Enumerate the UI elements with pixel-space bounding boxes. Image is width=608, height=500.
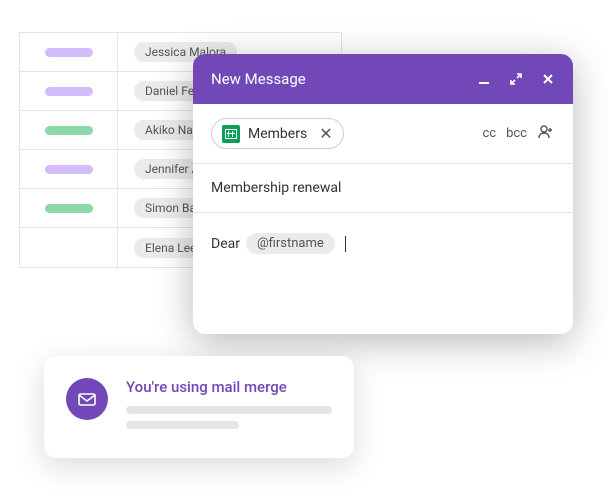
expand-icon[interactable] xyxy=(509,72,523,86)
toast-content: You're using mail merge xyxy=(126,378,332,436)
status-cell xyxy=(20,150,118,188)
status-cell xyxy=(20,33,118,71)
recipient-label: Members xyxy=(248,126,307,142)
body-greeting: Dear xyxy=(211,236,240,252)
status-pill xyxy=(45,126,93,135)
status-cell xyxy=(20,111,118,149)
mail-merge-icon xyxy=(66,378,108,420)
minimize-icon[interactable] xyxy=(477,72,491,86)
status-pill xyxy=(45,204,93,213)
recipient-options: cc bcc xyxy=(482,123,555,145)
subject-field[interactable]: Membership renewal xyxy=(193,164,573,213)
close-icon[interactable] xyxy=(541,72,555,86)
merge-token[interactable]: @firstname xyxy=(246,233,335,254)
remove-chip-icon[interactable]: ✕ xyxy=(319,124,332,143)
placeholder-line xyxy=(126,406,332,414)
compose-header: New Message xyxy=(193,54,573,104)
body-field[interactable]: Dear @firstname xyxy=(193,213,573,334)
placeholder-line xyxy=(126,421,239,429)
to-field[interactable]: Members ✕ cc bcc xyxy=(193,104,573,164)
compose-window: New Message Members ✕ cc bcc Membership … xyxy=(193,54,573,334)
bcc-button[interactable]: bcc xyxy=(506,126,527,141)
sheets-icon xyxy=(222,125,240,143)
status-pill xyxy=(45,165,93,174)
mail-merge-toast: You're using mail merge xyxy=(44,356,354,458)
status-pill xyxy=(45,48,93,57)
compose-title: New Message xyxy=(211,70,477,88)
add-recipient-icon[interactable] xyxy=(537,123,555,145)
header-icons xyxy=(477,72,555,86)
status-cell xyxy=(20,189,118,227)
text-cursor xyxy=(345,236,346,252)
status-cell xyxy=(20,228,118,267)
status-cell xyxy=(20,72,118,110)
recipient-chip[interactable]: Members ✕ xyxy=(211,118,344,149)
subject-text: Membership renewal xyxy=(211,180,341,196)
toast-title: You're using mail merge xyxy=(126,378,332,396)
cc-button[interactable]: cc xyxy=(482,126,496,141)
status-pill xyxy=(45,87,93,96)
